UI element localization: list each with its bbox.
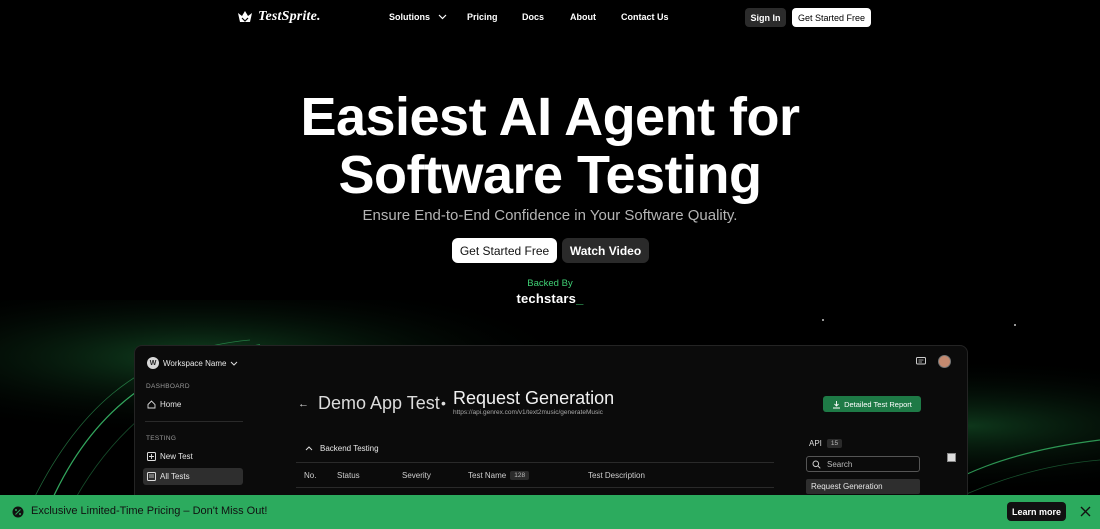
watch-video-button[interactable]: Watch Video	[562, 238, 649, 263]
close-icon[interactable]	[1080, 506, 1091, 517]
api-panel-heading: API 15	[809, 439, 843, 448]
plus-square-icon	[147, 452, 156, 461]
chat-icon[interactable]	[916, 357, 926, 366]
nav-solutions[interactable]: Solutions	[389, 12, 467, 22]
column-header-test-name[interactable]: Test Name 128	[468, 471, 530, 480]
learn-more-button[interactable]: Learn more	[1007, 502, 1066, 521]
column-header-status[interactable]: Status	[337, 471, 360, 480]
column-header-test-description: Test Description	[588, 471, 645, 480]
search-placeholder: Search	[827, 459, 853, 469]
column-header-severity[interactable]: Severity	[402, 471, 431, 480]
download-icon	[833, 400, 841, 408]
chevron-down-icon	[231, 361, 238, 366]
hero-title-line-2: Software Testing	[338, 145, 762, 205]
api-label: API	[809, 439, 822, 448]
hero-title-line-1: Easiest AI Agent for	[300, 87, 800, 147]
nav-solutions-label: Solutions	[389, 12, 430, 22]
hero-title: Easiest AI Agent for Software Testing	[0, 88, 1100, 204]
sidebar-item-home[interactable]: Home	[143, 396, 243, 413]
backend-testing-toggle[interactable]: Backend Testing	[305, 444, 379, 453]
sidebar-heading-testing: TESTING	[146, 435, 177, 442]
promo-text: Exclusive Limited-Time Pricing – Don't M…	[31, 505, 268, 517]
table-divider	[296, 462, 774, 463]
page-title: Request Generation	[453, 388, 615, 408]
hero-subtitle: Ensure End-to-End Confidence in Your Sof…	[362, 207, 738, 224]
broken-image-placeholder	[947, 453, 1095, 483]
techstars-underscore: _	[576, 291, 584, 306]
backed-by-label: Backed By	[527, 278, 573, 289]
report-button-label: Detailed Test Report	[844, 399, 912, 409]
nav-pricing[interactable]: Pricing	[467, 12, 522, 22]
brand-name: TestSprite.	[258, 9, 321, 24]
sidebar-item-label: All Tests	[160, 472, 190, 481]
nav-contact-us[interactable]: Contact Us	[621, 12, 669, 22]
api-count-badge: 15	[826, 439, 843, 448]
badge-percent-icon	[12, 506, 24, 518]
hero-get-started-button[interactable]: Get Started Free	[452, 238, 557, 263]
list-icon	[147, 472, 156, 481]
detailed-test-report-button[interactable]: Detailed Test Report	[823, 396, 921, 412]
sidebar-item-label: Home	[160, 400, 182, 409]
section-label: Backend Testing	[320, 444, 379, 453]
column-header-label: Test Name	[468, 471, 507, 480]
workspace-switcher[interactable]: W Workspace Name	[147, 357, 238, 369]
nav-about[interactable]: About	[570, 12, 621, 22]
sprite-logo-icon	[238, 11, 252, 22]
endpoint-url: https://api.genrex.com/v1/text2music/gen…	[453, 409, 603, 416]
sidebar-divider	[145, 421, 243, 422]
table-divider	[296, 487, 774, 488]
sign-in-button[interactable]: Sign In	[745, 8, 786, 27]
column-header-no: No.	[304, 471, 317, 480]
nav-links: Solutions Pricing Docs About Contact Us	[389, 12, 669, 22]
top-right-icons	[916, 355, 951, 368]
techstars-wordmark: techstars	[516, 291, 577, 306]
brand-logo[interactable]: TestSprite.	[237, 9, 321, 25]
api-search-input[interactable]: Search	[806, 456, 920, 472]
broken-image-icon	[947, 453, 956, 462]
api-item-request-generation[interactable]: Request Generation	[806, 479, 920, 494]
sidebar-heading-dashboard: DASHBOARD	[146, 383, 190, 390]
test-count-badge: 128	[510, 471, 530, 480]
sidebar-item-new-test[interactable]: New Test	[143, 448, 243, 465]
chevron-up-icon	[305, 446, 313, 451]
sidebar-item-label: New Test	[160, 452, 193, 461]
home-icon	[147, 400, 156, 409]
breadcrumb-project[interactable]: Demo App Test	[318, 393, 440, 414]
back-arrow-icon[interactable]: ←	[298, 398, 309, 410]
chevron-down-icon	[438, 14, 447, 20]
user-avatar[interactable]	[938, 355, 951, 368]
top-nav: TestSprite. Solutions Pricing Docs About…	[0, 0, 1100, 36]
workspace-name: Workspace Name	[163, 358, 227, 368]
app-preview: W Workspace Name DASHBOARD Home TESTING …	[134, 345, 968, 515]
breadcrumb-separator: •	[441, 395, 446, 411]
techstars-logo: techstars_	[0, 291, 1100, 306]
search-icon	[812, 460, 821, 469]
workspace-avatar: W	[147, 357, 159, 369]
nav-docs[interactable]: Docs	[522, 12, 570, 22]
promo-banner: Exclusive Limited-Time Pricing – Don't M…	[0, 495, 1100, 529]
nav-get-started-button[interactable]: Get Started Free	[792, 8, 871, 27]
sidebar-item-all-tests[interactable]: All Tests	[143, 468, 243, 485]
